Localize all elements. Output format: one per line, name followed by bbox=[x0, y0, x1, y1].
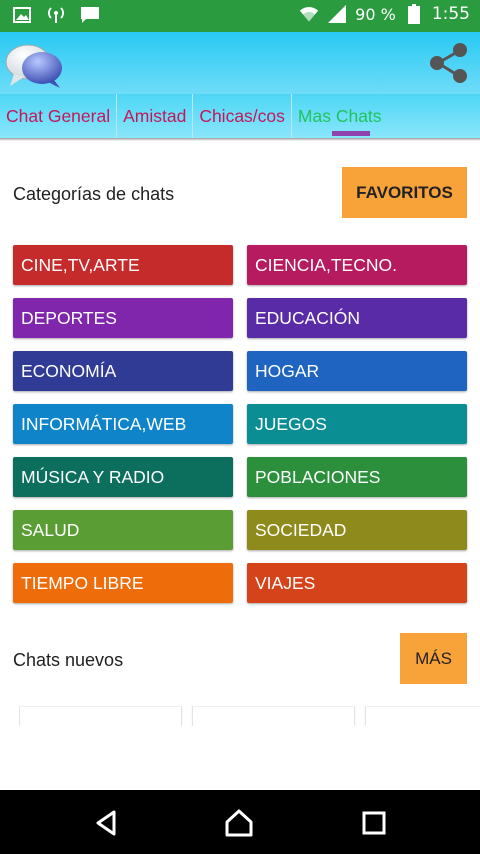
new-chats-list bbox=[19, 706, 480, 726]
category-hogar[interactable]: HOGAR bbox=[247, 351, 467, 391]
app-bar bbox=[0, 32, 480, 94]
more-button[interactable]: MÁS bbox=[400, 633, 467, 684]
new-chats-label: Chats nuevos bbox=[13, 650, 124, 670]
category-musica[interactable]: MÚSICA Y RADIO bbox=[13, 457, 233, 497]
tab-shadow bbox=[0, 138, 480, 141]
tab-chat-general[interactable]: Chat General bbox=[0, 94, 118, 138]
category-juegos[interactable]: JUEGOS bbox=[247, 404, 467, 444]
recents-icon[interactable] bbox=[359, 808, 389, 838]
new-chat-card[interactable] bbox=[19, 706, 182, 726]
home-icon[interactable] bbox=[224, 808, 254, 838]
share-icon[interactable] bbox=[426, 40, 472, 86]
tab-indicator bbox=[331, 131, 370, 136]
new-chat-card[interactable] bbox=[192, 706, 355, 726]
tab-chicas[interactable]: Chicas/cos bbox=[193, 94, 292, 138]
signal-icon bbox=[327, 4, 347, 24]
category-poblaciones[interactable]: POBLACIONES bbox=[247, 457, 467, 497]
category-educacion[interactable]: EDUCACIÓN bbox=[247, 298, 467, 338]
category-grid: CINE,TV,ARTE CIENCIA,TECNO. DEPORTES EDU… bbox=[13, 245, 467, 603]
category-tiempo-libre[interactable]: TIEMPO LIBRE bbox=[13, 563, 233, 603]
back-icon[interactable] bbox=[92, 808, 122, 838]
message-icon bbox=[80, 5, 100, 25]
hotspot-icon bbox=[46, 5, 66, 25]
status-bar: 90 % 1:55 bbox=[0, 0, 480, 32]
category-sociedad[interactable]: SOCIEDAD bbox=[247, 510, 467, 550]
category-deportes[interactable]: DEPORTES bbox=[13, 298, 233, 338]
navigation-bar bbox=[0, 790, 480, 854]
category-economia[interactable]: ECONOMÍA bbox=[13, 351, 233, 391]
tab-mas-chats[interactable]: Mas Chats bbox=[292, 94, 388, 138]
category-cine[interactable]: CINE,TV,ARTE bbox=[13, 245, 233, 285]
chat-bubbles-icon bbox=[4, 40, 66, 90]
categories-label: Categorías de chats bbox=[13, 184, 175, 204]
battery-icon bbox=[404, 4, 424, 24]
wifi-icon bbox=[299, 4, 319, 24]
tab-bar: Chat General Amistad Chicas/cos Mas Chat… bbox=[0, 94, 480, 138]
favorites-button[interactable]: FAVORITOS bbox=[342, 167, 467, 218]
category-salud[interactable]: SALUD bbox=[13, 510, 233, 550]
category-informatica[interactable]: INFORMÁTICA,WEB bbox=[13, 404, 233, 444]
category-viajes[interactable]: VIAJES bbox=[247, 563, 467, 603]
gallery-icon bbox=[12, 5, 32, 25]
category-ciencia[interactable]: CIENCIA,TECNO. bbox=[247, 245, 467, 285]
battery-percent: 90 % bbox=[355, 4, 396, 24]
clock: 1:55 bbox=[431, 4, 470, 24]
new-chat-card[interactable] bbox=[365, 706, 480, 726]
tab-amistad[interactable]: Amistad bbox=[117, 94, 194, 138]
